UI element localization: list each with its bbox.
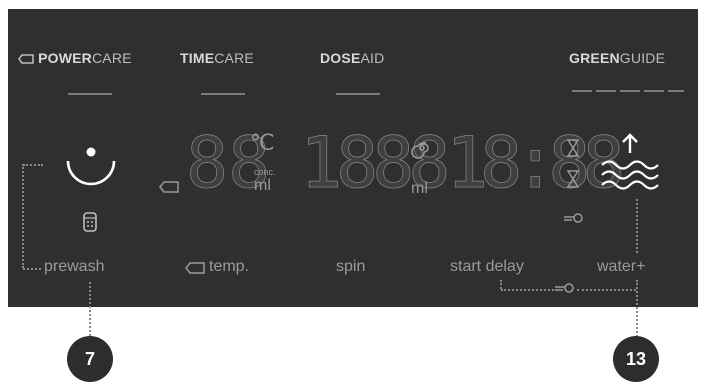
- doseaid-rest: AID: [360, 50, 385, 66]
- temp-label-tag-icon: [185, 262, 205, 274]
- powercare-rest: CARE: [91, 50, 132, 66]
- timecare-indicator: [201, 93, 245, 95]
- greenguide-level-3: [620, 90, 640, 92]
- water-plus-label: water+: [597, 258, 646, 275]
- water-up-icon: [601, 133, 659, 190]
- greenguide-level-5: [668, 90, 684, 92]
- hourglass-icon-2: [567, 170, 579, 188]
- powercare-header: POWERCARE: [18, 50, 132, 66]
- doseaid-header: DOSEAID: [320, 50, 384, 66]
- greenguide-header: GREENGUIDE: [569, 50, 665, 66]
- prewash-bracket-top: [23, 164, 43, 166]
- greenguide-rest: GUIDE: [619, 50, 666, 66]
- powercare-indicator: [68, 93, 112, 95]
- key-bracket-icon: [555, 283, 574, 293]
- doseaid-indicator: [336, 93, 380, 95]
- key-bracket-line-right: [577, 289, 636, 291]
- greenguide-level-1: [572, 90, 592, 92]
- greenguide-bold: GREEN: [569, 50, 620, 66]
- temp-tag-icon: [159, 181, 179, 193]
- prewash-knob-icon: [66, 147, 116, 186]
- callout-7-badge: 7: [67, 336, 113, 382]
- celsius-unit: ℃: [250, 130, 275, 155]
- ml-label: ml: [254, 177, 271, 194]
- spin-label: spin: [336, 258, 366, 275]
- doseaid-bold: DOSE: [320, 50, 361, 66]
- water-leader-top: [636, 199, 638, 253]
- prewash-bracket-side: [22, 164, 24, 268]
- time-display: 18:88: [446, 122, 625, 204]
- spin-ml-label: ml: [411, 180, 428, 197]
- powercare-bold: POWER: [38, 50, 92, 66]
- greenguide-level-4: [644, 90, 664, 92]
- timecare-rest: CARE: [214, 50, 254, 66]
- hourglass-icon: [567, 139, 579, 157]
- key-icon: [564, 213, 583, 223]
- key-bracket-left: [500, 280, 502, 289]
- key-bracket-line-left: [501, 289, 554, 291]
- prewash-bracket-bottom: [23, 268, 41, 270]
- tag-icon: [18, 54, 34, 65]
- detergent-icon: [83, 212, 97, 232]
- temp-label: temp.: [209, 258, 250, 275]
- prewash-label: prewash: [44, 258, 105, 275]
- timecare-header: TIMECARE: [180, 50, 254, 66]
- spiral-icon: [411, 142, 429, 159]
- timecare-bold: TIME: [180, 50, 215, 66]
- callout-13-leader: [636, 280, 638, 340]
- start-delay-label: start delay: [450, 258, 524, 275]
- callout-7-leader: [89, 282, 91, 340]
- conc-label: conc.: [254, 167, 276, 177]
- greenguide-level-2: [596, 90, 616, 92]
- callout-13-badge: 13: [613, 336, 659, 382]
